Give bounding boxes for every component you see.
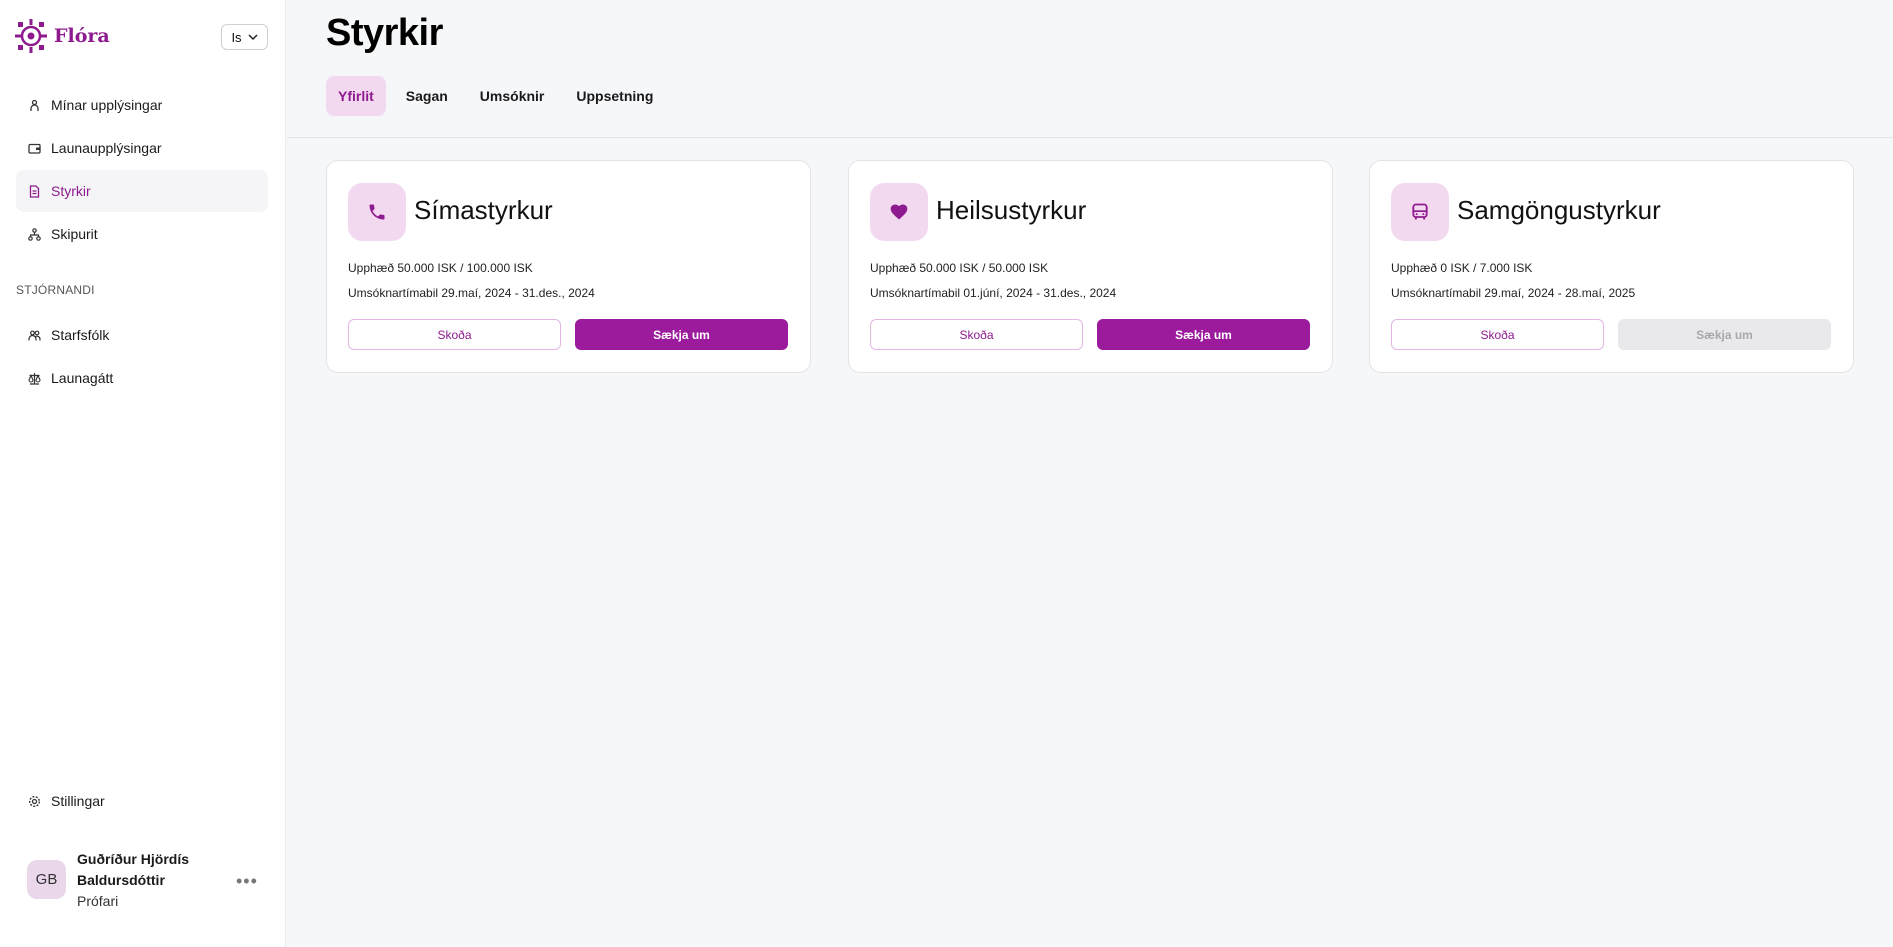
brand-logo[interactable]: Flóra [14,18,110,54]
card-icon-badge [870,183,928,241]
document-icon [29,184,40,198]
gear-icon [28,795,41,807]
sidebar-item-salary[interactable]: Launaupplýsingar [16,127,268,169]
org-chart-icon [28,227,41,241]
card-title: Símastyrkur [414,195,553,225]
card-amount: Upphæð 50.000 ISK / 50.000 ISK [870,261,1049,275]
phone-icon [369,204,385,220]
brand-name: Flóra [54,25,110,47]
view-button[interactable]: Skoða [870,319,1083,350]
tab-setup[interactable]: Uppsetning [564,76,665,116]
bus-icon [1412,203,1428,220]
person-icon [30,99,39,111]
flora-logo-icon [15,19,47,53]
sidebar-item-payroll-portal[interactable]: Launagátt [16,357,268,399]
apply-button[interactable]: Sækja um [575,319,788,350]
sidebar-item-label: Skipurit [51,226,98,242]
card-icon-badge [348,183,406,241]
tab-applications[interactable]: Umsóknir [468,76,557,116]
user-profile[interactable]: GB Guðríður Hjördís Baldursdóttir Prófar… [27,849,267,915]
user-name: Guðríður Hjördís Baldursdóttir [77,851,189,888]
card-title: Heilsustyrkur [936,195,1087,225]
chevron-down-icon [248,33,258,40]
card-period: Umsóknartímabil 29.maí, 2024 - 28.maí, 2… [1391,286,1636,300]
card-amount: Upphæð 0 ISK / 7.000 ISK [1391,261,1533,275]
grant-card-health: Heilsustyrkur Upphæð 50.000 ISK / 50.000… [848,160,1333,373]
card-icon-badge [1391,183,1449,241]
tab-bar: Yfirlit Sagan Umsóknir Uppsetning [326,76,665,116]
language-select[interactable]: Is [221,24,268,50]
sidebar-item-label: Styrkir [51,183,91,199]
scale-icon [28,372,41,385]
header-divider [287,137,1893,138]
sidebar-item-org-chart[interactable]: Skipurit [16,213,268,255]
sidebar-item-label: Stillingar [51,793,105,809]
sidebar-item-label: Launaupplýsingar [51,140,162,156]
sidebar-item-my-info[interactable]: Mínar upplýsingar [16,84,268,126]
sidebar-item-grants[interactable]: Styrkir [16,170,268,212]
sidebar-item-settings[interactable]: Stillingar [16,780,268,822]
card-amount: Upphæð 50.000 ISK / 100.000 ISK [348,261,533,275]
apply-button-disabled: Sækja um [1618,319,1831,350]
grant-card-transport: Samgöngustyrkur Upphæð 0 ISK / 7.000 ISK… [1369,160,1854,373]
page-title: Styrkir [326,12,443,54]
tab-history[interactable]: Sagan [394,76,460,116]
tab-overview[interactable]: Yfirlit [326,76,386,116]
view-button[interactable]: Skoða [348,319,561,350]
user-role: Prófari [77,893,119,909]
card-period: Umsóknartímabil 29.maí, 2024 - 31.des., … [348,286,595,300]
card-period: Umsóknartímabil 01.júní, 2024 - 31.des.,… [870,286,1117,300]
card-title: Samgöngustyrkur [1457,195,1661,225]
language-value: Is [231,29,242,45]
sidebar-item-staff[interactable]: Starfsfólk [16,314,268,356]
more-options-icon[interactable]: ••• [236,871,258,892]
sidebar-item-label: Starfsfólk [51,327,110,343]
sidebar-item-label: Mínar upplýsingar [51,97,163,113]
grant-card-phone: Símastyrkur Upphæð 50.000 ISK / 100.000 … [326,160,811,373]
wallet-icon [28,143,41,154]
sidebar-item-label: Launagátt [51,370,114,386]
section-label-manager: STJÓRNANDI [16,283,95,297]
heart-icon [890,204,908,220]
users-icon [28,330,41,340]
sidebar: Flóra Is Mínar upplýsingar Launaupplýsin… [0,0,286,947]
view-button[interactable]: Skoða [1391,319,1604,350]
avatar: GB [27,860,66,899]
apply-button[interactable]: Sækja um [1097,319,1310,350]
